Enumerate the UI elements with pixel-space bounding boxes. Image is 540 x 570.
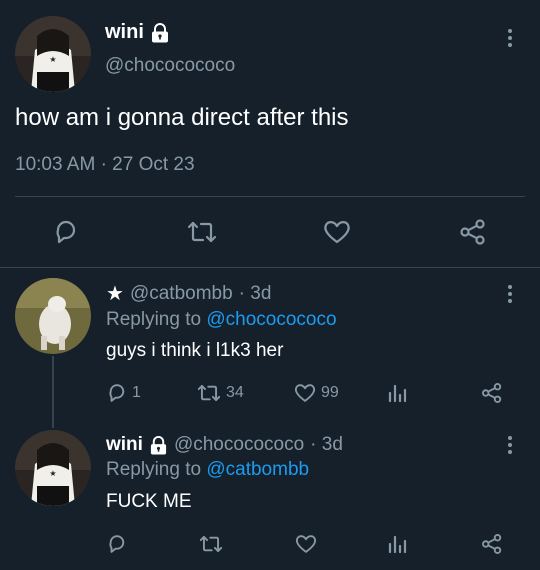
avatar-reply1[interactable] [15, 278, 91, 354]
more-icon-reply2[interactable] [505, 436, 515, 454]
analytics-icon[interactable] [387, 534, 407, 554]
retweet-icon[interactable] [186, 218, 218, 246]
reply1-header: ★ @catbombb · 3d [106, 281, 271, 306]
retweet-icon [196, 382, 222, 404]
reply2-age: · 3d [310, 434, 343, 455]
like-icon[interactable] [322, 218, 352, 246]
reply1-reply-button[interactable]: 1 [106, 382, 141, 404]
reply-icon [106, 382, 128, 404]
reply-icon[interactable] [106, 533, 128, 555]
divider-actions-top [15, 196, 525, 197]
reply2-replying-to-link[interactable]: @catbombb [206, 459, 309, 480]
analytics-icon[interactable] [387, 383, 407, 403]
thread-line [52, 356, 54, 428]
star-icon: ★ [106, 283, 124, 305]
reply2-text: FUCK ME [106, 491, 192, 512]
reply2-header: wini @chococococo · 3d [106, 434, 343, 456]
reply1-text: guys i think i l1k3 her [106, 340, 284, 361]
reply-icon[interactable] [52, 218, 80, 246]
svg-text:★: ★ [49, 55, 56, 64]
like-icon[interactable] [294, 533, 318, 555]
lock-icon [149, 435, 168, 455]
reply2-replying-to: Replying to @catbombb [106, 459, 310, 480]
more-icon[interactable] [505, 29, 515, 47]
avatar-reply2[interactable]: ★ [15, 430, 91, 506]
reply1-replying-to: Replying to @chococococo [106, 309, 337, 330]
main-handle[interactable]: @chococococo [105, 55, 235, 77]
reply1-retweet-button[interactable]: 34 [196, 382, 244, 404]
share-icon[interactable] [480, 533, 504, 555]
reply2-handle[interactable]: @chococococo [174, 434, 304, 456]
reply1-age: · 3d [238, 282, 272, 304]
reply1-replying-to-link[interactable]: @chococococo [206, 309, 336, 330]
retweet-icon[interactable] [198, 533, 224, 555]
main-tweet-text: how am i gonna direct after this [15, 104, 349, 131]
divider-main-bottom [0, 267, 540, 268]
reply1-like-button[interactable]: 99 [293, 382, 339, 404]
share-icon[interactable] [480, 382, 504, 404]
reply1-handle[interactable]: @catbombb [130, 283, 233, 305]
svg-text:★: ★ [49, 469, 56, 478]
share-icon[interactable] [458, 218, 488, 246]
avatar-main[interactable]: ★ [15, 16, 91, 92]
reply2-display-name[interactable]: wini [106, 434, 143, 456]
lock-icon [150, 22, 170, 43]
main-display-name[interactable]: wini [105, 21, 170, 44]
more-icon-reply1[interactable] [505, 285, 515, 303]
like-icon [293, 382, 317, 404]
main-timestamp: 10:03 AM · 27 Oct 23 [15, 154, 195, 175]
